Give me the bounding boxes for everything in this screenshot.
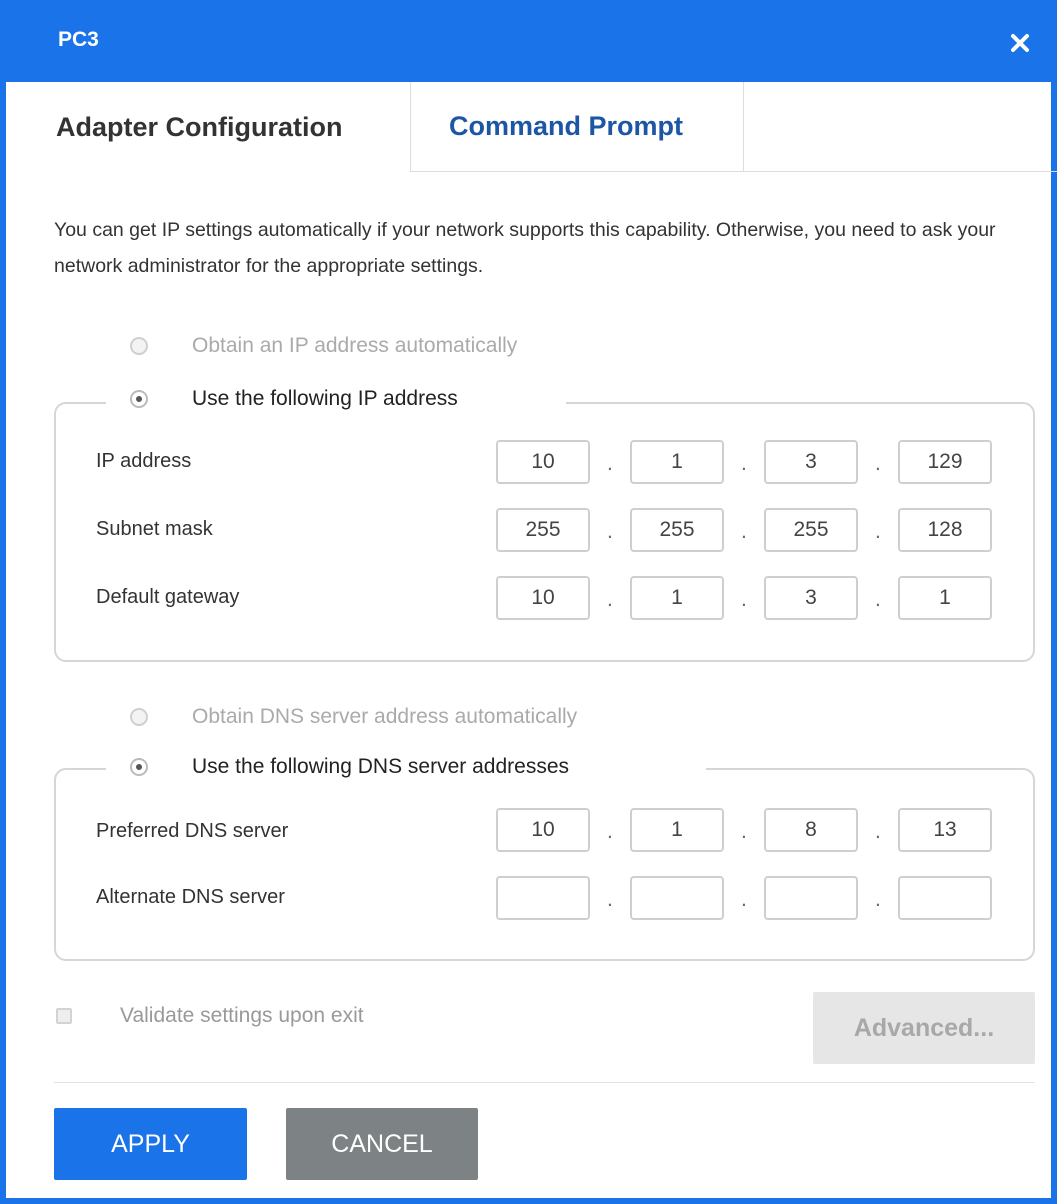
obtain-ip-auto-option[interactable]: Obtain an IP address automatically [130, 334, 517, 358]
preferred-dns-octet-4[interactable]: 13 [898, 808, 992, 852]
subnet-mask-octet-2[interactable]: 255 [630, 508, 724, 552]
ip-address-octet-2[interactable]: 1 [630, 440, 724, 484]
tab-adapter-configuration[interactable]: Adapter Configuration [14, 82, 410, 172]
octet-separator: . [875, 820, 881, 843]
default-gateway-octet-1[interactable]: 10 [496, 576, 590, 620]
octet-separator: . [875, 452, 881, 475]
default-gateway-octet-4[interactable]: 1 [898, 576, 992, 620]
ip-address-label: IP address [96, 450, 192, 472]
preferred-dns-octet-1[interactable]: 10 [496, 808, 590, 852]
alternate-dns-octet-2[interactable] [630, 876, 724, 920]
octet-separator: . [741, 452, 747, 475]
preferred-dns-label: Preferred DNS server [96, 820, 289, 842]
octet-separator: . [607, 452, 613, 475]
ip-address-octet-3[interactable]: 3 [764, 440, 858, 484]
subnet-mask-octet-4[interactable]: 128 [898, 508, 992, 552]
tab-label: Adapter Configuration [56, 111, 343, 142]
window-title: PC3 [58, 28, 99, 51]
dns-server-group [54, 768, 1035, 961]
obtain-dns-auto-option[interactable]: Obtain DNS server address automatically [130, 705, 577, 729]
tab-label: Command Prompt [449, 111, 684, 141]
alternate-dns-label: Alternate DNS server [96, 886, 285, 908]
subnet-mask-octet-3[interactable]: 255 [764, 508, 858, 552]
ip-address-octet-4[interactable]: 129 [898, 440, 992, 484]
ip-address-octet-1[interactable]: 10 [496, 440, 590, 484]
use-following-dns-label: Use the following DNS server addresses [192, 755, 569, 778]
advanced-button[interactable]: Advanced... [813, 992, 1035, 1064]
cancel-button[interactable]: CANCEL [286, 1108, 478, 1180]
use-following-ip-radio[interactable] [130, 390, 148, 408]
use-following-dns-radio[interactable] [130, 758, 148, 776]
use-following-dns-option[interactable]: Use the following DNS server addresses [130, 755, 569, 779]
alternate-dns-octet-3[interactable] [764, 876, 858, 920]
default-gateway-label: Default gateway [96, 586, 240, 608]
octet-separator: . [741, 520, 747, 543]
octet-separator: . [741, 888, 747, 911]
apply-button[interactable]: APPLY [54, 1108, 247, 1180]
octet-separator: . [875, 520, 881, 543]
validate-settings-option[interactable]: Validate settings upon exit [56, 1004, 364, 1028]
octet-separator: . [607, 888, 613, 911]
subnet-mask-octet-1[interactable]: 255 [496, 508, 590, 552]
obtain-dns-auto-radio[interactable] [130, 708, 148, 726]
alternate-dns-octet-1[interactable] [496, 876, 590, 920]
octet-separator: . [607, 820, 613, 843]
title-bar: PC3 [6, 0, 1057, 82]
tab-bar-filler [744, 82, 1057, 172]
close-icon[interactable] [1007, 30, 1033, 56]
octet-separator: . [875, 588, 881, 611]
alternate-dns-octet-4[interactable] [898, 876, 992, 920]
obtain-dns-auto-label: Obtain DNS server address automatically [192, 705, 578, 728]
octet-separator: . [607, 588, 613, 611]
default-gateway-octet-2[interactable]: 1 [630, 576, 724, 620]
default-gateway-octet-3[interactable]: 3 [764, 576, 858, 620]
octet-separator: . [741, 588, 747, 611]
octet-separator: . [875, 888, 881, 911]
footer-divider [54, 1082, 1035, 1083]
tab-command-prompt[interactable]: Command Prompt [410, 82, 744, 172]
description-text: You can get IP settings automatically if… [54, 219, 996, 277]
obtain-ip-auto-label: Obtain an IP address automatically [192, 334, 518, 357]
obtain-ip-auto-radio[interactable] [130, 337, 148, 355]
dialog-window: PC3 Adapter Configuration Command Prompt… [0, 0, 1057, 1204]
octet-separator: . [607, 520, 613, 543]
tab-bar: Adapter Configuration Command Prompt [14, 82, 1057, 172]
subnet-mask-label: Subnet mask [96, 518, 213, 540]
use-following-ip-option[interactable]: Use the following IP address [130, 387, 458, 411]
validate-settings-checkbox[interactable] [56, 1008, 72, 1024]
validate-settings-label: Validate settings upon exit [120, 1004, 364, 1027]
octet-separator: . [741, 820, 747, 843]
preferred-dns-octet-2[interactable]: 1 [630, 808, 724, 852]
use-following-ip-label: Use the following IP address [192, 387, 458, 410]
preferred-dns-octet-3[interactable]: 8 [764, 808, 858, 852]
